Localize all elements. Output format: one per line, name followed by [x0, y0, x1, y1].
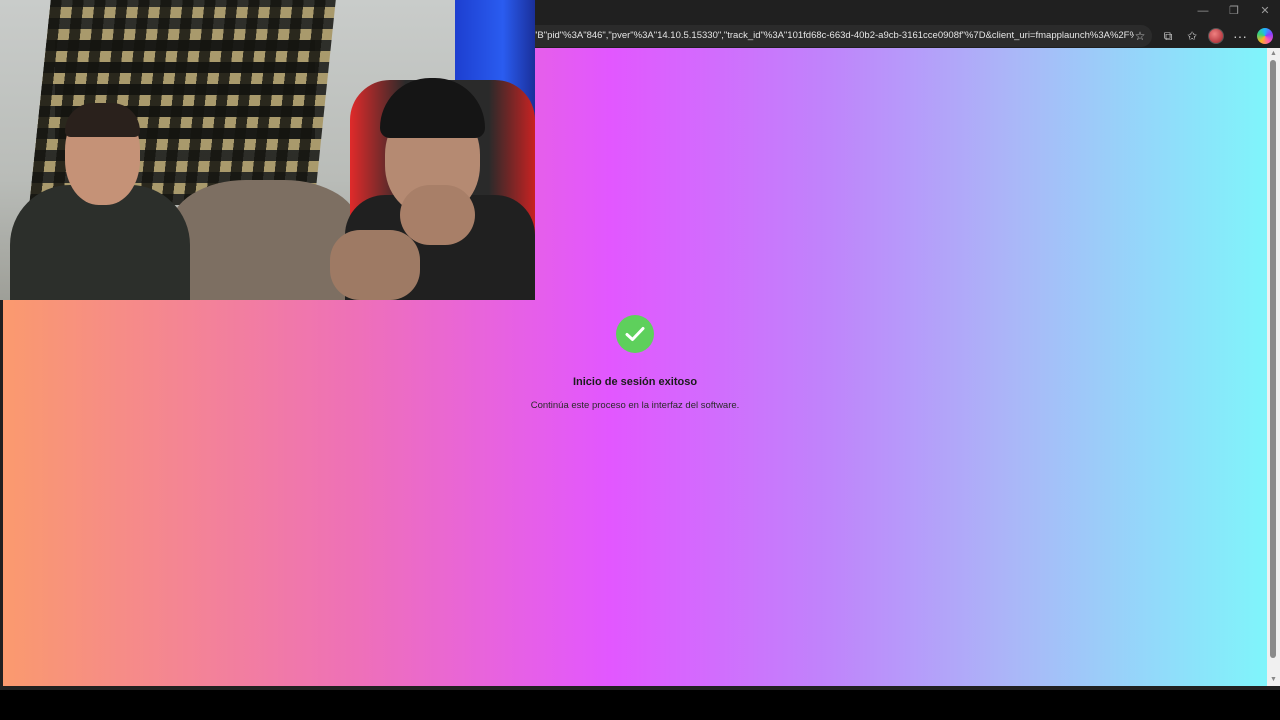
vertical-scrollbar[interactable]: ▲ ▼ — [1267, 48, 1280, 686]
star-icon[interactable]: ☆ — [1132, 28, 1148, 44]
more-menu-icon[interactable]: ··· — [1231, 27, 1249, 45]
close-button[interactable]: ✕ — [1250, 2, 1280, 20]
scroll-down-arrow-icon[interactable]: ▼ — [1267, 674, 1280, 686]
restore-button[interactable]: ❐ — [1219, 2, 1249, 20]
webcam-bed — [170, 180, 360, 300]
success-subtitle: Continúa este proceso en la interfaz del… — [530, 400, 740, 411]
webcam-overlay — [0, 0, 535, 300]
address-bar[interactable]: "B"pid"%3A"846","pver"%3A"14.10.5.15330"… — [520, 25, 1152, 47]
minimize-button[interactable]: — — [1188, 2, 1218, 20]
webcam-person-left-hair — [65, 103, 140, 137]
checkmark-icon — [625, 327, 645, 341]
scroll-thumb[interactable] — [1270, 60, 1276, 658]
success-title: Inicio de sesión exitoso — [572, 376, 698, 388]
url-text[interactable]: "B"pid"%3A"846","pver"%3A"14.10.5.15330"… — [534, 29, 1134, 43]
webcam-person-right-arm — [330, 230, 420, 300]
profile-avatar[interactable] — [1208, 28, 1224, 44]
copilot-icon[interactable] — [1257, 28, 1273, 44]
scroll-up-arrow-icon[interactable]: ▲ — [1267, 48, 1280, 60]
webcam-person-right-hand — [400, 185, 475, 245]
favorites-icon[interactable]: ✩ — [1183, 27, 1201, 45]
check-circle-icon — [616, 315, 654, 353]
extensions-icon[interactable]: ⧉ — [1159, 27, 1177, 45]
